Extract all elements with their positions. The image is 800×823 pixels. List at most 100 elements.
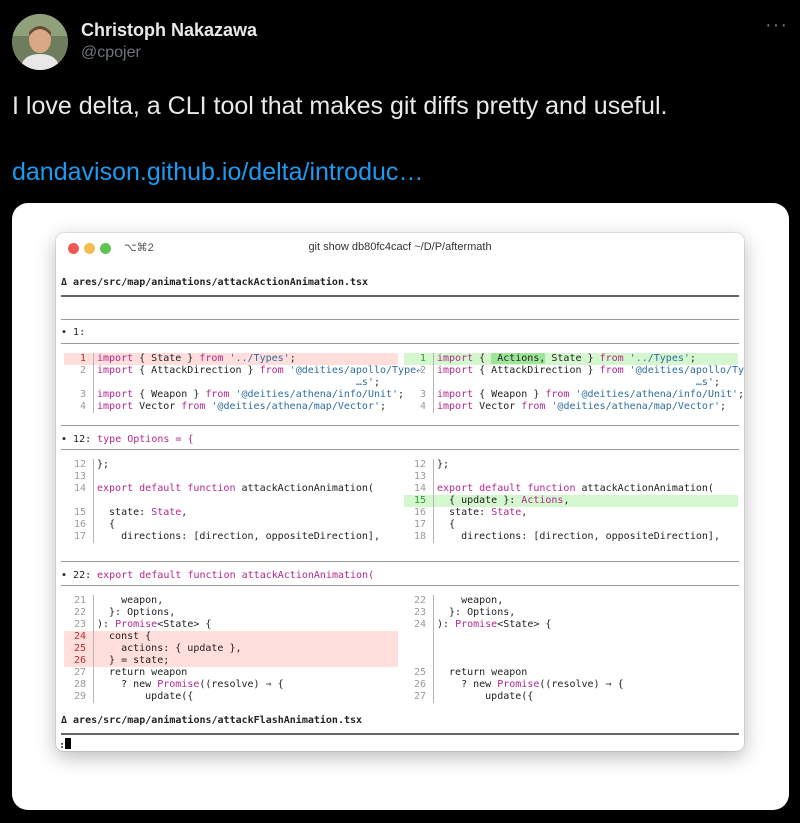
code-token: ; — [373, 377, 380, 388]
line-number: 16 — [73, 519, 86, 530]
gutter-separator — [433, 365, 434, 377]
code-token: from — [545, 389, 570, 400]
code-token: actions: { update }, — [97, 643, 242, 654]
diff-line-right: 27 update({ — [404, 691, 738, 703]
line-number: 1 — [419, 353, 426, 364]
line-number: 15 — [73, 507, 86, 518]
code-token: from — [521, 401, 546, 412]
diff-line-right — [404, 655, 738, 667]
gutter-separator — [93, 691, 94, 703]
author-avatar[interactable] — [12, 14, 68, 70]
line-number: 12 — [413, 459, 426, 470]
diff-line-left: 17 directions: [direction, oppositeDirec… — [64, 531, 398, 543]
hunk-header: • 12: type Options = { — [61, 434, 194, 445]
code-token: , — [181, 507, 188, 518]
code-token: from — [181, 401, 206, 412]
code-token: return weapon — [97, 667, 188, 678]
code-token: …s' — [437, 377, 714, 388]
gutter-separator — [433, 459, 434, 471]
code-token: …s' — [97, 377, 374, 388]
code-token: directions: [direction, oppositeDirectio… — [97, 531, 380, 542]
code-token: <State> { — [497, 619, 552, 630]
code-token: '@deities/apollo/Type⤶ — [629, 365, 744, 376]
code-token: function — [187, 483, 236, 494]
diff-line-left: 25 actions: { update }, — [64, 643, 398, 655]
code-token: '../Types' — [623, 353, 690, 364]
author-name[interactable]: Christoph Nakazawa — [81, 20, 257, 41]
line-number: 24 — [73, 631, 86, 642]
diff-line-left: 3 import { Weapon } from '@deities/athena… — [64, 389, 404, 401]
file-header: Δ ares/src/map/animations/attackActionAn… — [61, 277, 369, 288]
tweet-media[interactable]: ⌥⌘2 git show db80fc4cacf ~/D/P/aftermath… — [12, 203, 789, 810]
code-token: Vector — [133, 401, 182, 412]
diff-output: Δ ares/src/map/animations/attackActionAn… — [56, 263, 744, 751]
diff-line-right: 12}; — [404, 459, 738, 471]
hunk-line-number: 22: — [73, 570, 92, 581]
code-token: Vector — [473, 401, 522, 412]
code-token: ((resolve) ⇒ { — [199, 679, 284, 690]
more-options-icon[interactable]: ··· — [765, 14, 788, 37]
code-token: <State> { — [157, 619, 212, 630]
diff-line-right: 14 export default function attackActionAn… — [404, 483, 738, 495]
code-token: import — [437, 353, 474, 364]
code-token: ; — [380, 401, 387, 412]
line-number: 27 — [413, 691, 426, 702]
hunk-rule-top — [61, 425, 739, 426]
diff-line-right: 26 ? new Promise((resolve) ⇒ { — [404, 679, 738, 691]
code-token: import — [437, 401, 474, 412]
code-token: function — [527, 483, 576, 494]
code-token: from — [599, 365, 624, 376]
code-token: state: — [437, 507, 492, 518]
line-number: 17 — [73, 531, 86, 542]
avatar-photo — [12, 14, 68, 70]
line-number: 4 — [79, 401, 86, 412]
line-number: 26 — [413, 679, 426, 690]
line-number: 24 — [413, 619, 426, 630]
line-number: 25 — [73, 643, 86, 654]
tweet-link[interactable]: dandavison.github.io/delta/introduc… — [12, 158, 423, 187]
code-token: '@deities/athena/info/Unit' — [569, 389, 739, 400]
code-token: ; — [689, 353, 696, 364]
line-number: 15 — [413, 495, 426, 506]
line-number: 3 — [79, 389, 86, 400]
gutter-separator — [93, 495, 94, 507]
diff-line-left: …s'; — [64, 377, 398, 389]
gutter-separator — [433, 631, 434, 643]
code-token: ; — [738, 389, 744, 400]
terminal-window: ⌥⌘2 git show db80fc4cacf ~/D/P/aftermath… — [56, 233, 744, 751]
gutter-separator — [433, 607, 434, 619]
diff-line-right: 3 import { Weapon } from '@deities/athena… — [404, 389, 744, 401]
diff-line-right: 25 return weapon — [404, 667, 738, 679]
gutter-separator — [93, 519, 94, 531]
diff-line-right: 2 import { AttackDirection } from '@deiti… — [404, 365, 744, 377]
code-token: State } — [545, 353, 600, 364]
line-number: 22 — [413, 595, 426, 606]
gutter-separator — [93, 353, 94, 365]
code-token: ; — [289, 353, 296, 364]
code-token: from — [205, 389, 230, 400]
hunk-rule-top — [61, 561, 739, 562]
code-token: }: Options, — [97, 607, 176, 618]
line-number: 23 — [73, 619, 86, 630]
code-token: import — [437, 365, 474, 376]
line-number: 29 — [73, 691, 86, 702]
line-number: 17 — [413, 519, 426, 530]
diff-line-left: 4 import Vector from '@deities/athena/map… — [64, 401, 398, 413]
diff-line-left: 23): Promise<State> { — [64, 619, 398, 631]
code-token: '@deities/athena/info/Unit' — [229, 389, 399, 400]
diff-line-right — [404, 631, 738, 643]
diff-line-left: 13 — [64, 471, 398, 483]
line-number: 25 — [413, 667, 426, 678]
author-handle[interactable]: @cpojer — [81, 44, 141, 62]
code-token: , — [563, 495, 570, 506]
diff-line-right: 15 { update }: Actions, — [404, 495, 738, 507]
pager-prompt[interactable]: : — [59, 738, 72, 751]
gutter-separator — [93, 655, 94, 667]
gutter-separator — [433, 519, 434, 531]
gutter-separator — [93, 595, 94, 607]
code-token: ? new — [97, 679, 158, 690]
line-number: 2 — [419, 365, 426, 376]
code-token: export default — [437, 483, 528, 494]
code-token: ; — [713, 377, 720, 388]
line-number: 13 — [413, 471, 426, 482]
